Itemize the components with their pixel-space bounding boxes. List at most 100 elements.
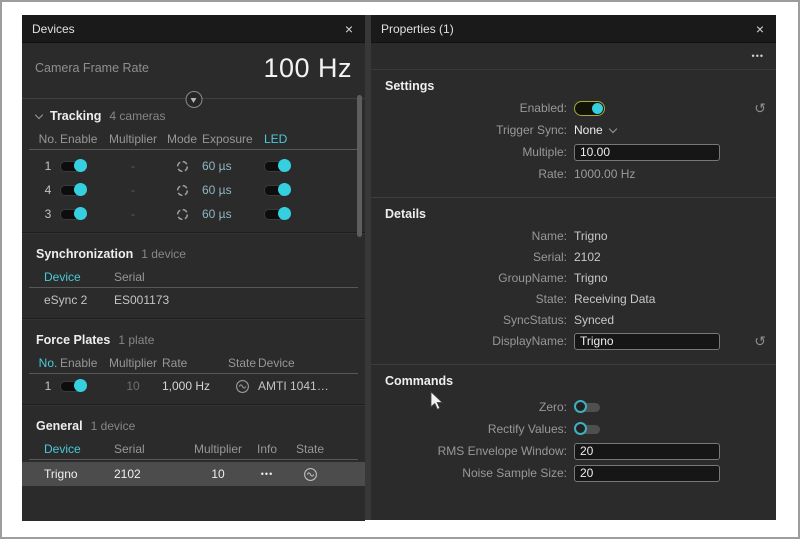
force-plates-section-header[interactable]: Force Plates 1 plate bbox=[22, 327, 365, 353]
tracking-count: 4 cameras bbox=[109, 109, 165, 123]
col-device: Device bbox=[44, 270, 114, 284]
noise-sample-label: Noise Sample Size: bbox=[371, 466, 567, 480]
force-plates-count: 1 plate bbox=[118, 333, 154, 347]
synchronization-section-header[interactable]: Synchronization 1 device bbox=[22, 241, 365, 267]
expander-button[interactable] bbox=[185, 91, 202, 108]
rms-envelope-input[interactable] bbox=[574, 443, 720, 460]
section-divider bbox=[22, 232, 365, 233]
col-rate: Rate bbox=[162, 356, 226, 370]
rms-envelope-row: RMS Envelope Window: bbox=[371, 440, 776, 462]
rate-value: 1,000 Hz bbox=[162, 379, 226, 393]
col-multiplier: Multiplier bbox=[190, 442, 246, 456]
multiple-label: Multiple: bbox=[371, 145, 567, 159]
tracking-title: Tracking bbox=[50, 109, 101, 123]
state-signal-icon bbox=[235, 379, 250, 394]
led-toggle[interactable] bbox=[264, 161, 291, 172]
col-device: Device bbox=[44, 442, 114, 456]
displayname-row: DisplayName: ↺ bbox=[371, 330, 776, 352]
enabled-row: Enabled: ↺ bbox=[371, 97, 776, 119]
col-serial: Serial bbox=[114, 442, 190, 456]
col-multiplier: Multiplier bbox=[104, 356, 162, 370]
noise-sample-input[interactable] bbox=[574, 465, 720, 482]
devices-titlebar: Devices × bbox=[22, 15, 365, 43]
undo-icon[interactable]: ↺ bbox=[754, 101, 766, 115]
trigger-sync-dropdown[interactable]: None bbox=[574, 123, 603, 137]
table-row[interactable]: 3 - 60 µs bbox=[22, 202, 365, 226]
camera-number: 3 bbox=[36, 207, 60, 221]
col-device: Device bbox=[258, 356, 332, 370]
syncstatus-label: SyncStatus: bbox=[371, 313, 567, 327]
displayname-label: DisplayName: bbox=[371, 334, 567, 348]
info-menu-icon[interactable]: ••• bbox=[246, 469, 288, 479]
exposure-value: 60 µs bbox=[202, 183, 264, 197]
state-value: Receiving Data bbox=[574, 292, 655, 306]
close-icon[interactable]: × bbox=[343, 22, 355, 36]
plate-number: 1 bbox=[36, 379, 60, 393]
multiple-input[interactable] bbox=[574, 144, 720, 161]
synchronization-table-header: Device Serial bbox=[22, 267, 365, 287]
groupname-value: Trigno bbox=[574, 271, 608, 285]
col-enable: Enable bbox=[60, 356, 104, 370]
col-info: Info bbox=[246, 442, 288, 456]
col-no: No. bbox=[36, 356, 60, 370]
enabled-toggle[interactable] bbox=[574, 101, 605, 116]
col-exposure: Exposure bbox=[202, 132, 264, 146]
led-toggle[interactable] bbox=[264, 209, 291, 220]
table-row[interactable]: 1 10 1,000 Hz AMTI 1041… bbox=[22, 374, 365, 398]
frame-rate-expander-row bbox=[22, 93, 365, 103]
force-plates-rows: 1 10 1,000 Hz AMTI 1041… bbox=[22, 374, 365, 398]
general-title: General bbox=[36, 419, 83, 433]
table-row-selected[interactable]: Trigno 2102 10 ••• bbox=[22, 462, 365, 486]
col-enable: Enable bbox=[60, 132, 104, 146]
devices-panel-title: Devices bbox=[32, 22, 75, 36]
general-section-header[interactable]: General 1 device bbox=[22, 413, 365, 439]
displayname-input[interactable] bbox=[574, 333, 720, 350]
rate-row: Rate: 1000.00 Hz bbox=[371, 163, 776, 185]
enable-toggle[interactable] bbox=[60, 185, 87, 196]
name-value: Trigno bbox=[574, 229, 608, 243]
zero-label: Zero: bbox=[371, 400, 567, 414]
rate-value: 1000.00 Hz bbox=[574, 167, 635, 181]
rectify-values-row: Rectify Values: bbox=[371, 418, 776, 440]
zero-toggle[interactable] bbox=[578, 403, 600, 412]
multiplier-value: 10 bbox=[104, 379, 162, 393]
properties-panel-title: Properties (1) bbox=[381, 22, 454, 36]
more-options-icon[interactable]: ••• bbox=[752, 51, 764, 61]
rectify-values-toggle[interactable] bbox=[578, 425, 600, 434]
rectify-values-label: Rectify Values: bbox=[371, 422, 567, 436]
table-row[interactable]: 1 - 60 µs bbox=[22, 154, 365, 178]
general-table-header: Device Serial Multiplier Info State bbox=[22, 439, 365, 459]
state-label: State: bbox=[371, 292, 567, 306]
tracking-mode-icon[interactable] bbox=[176, 184, 189, 197]
serial-label: Serial: bbox=[371, 250, 567, 264]
multiple-row: Multiple: bbox=[371, 141, 776, 163]
table-row[interactable]: 4 - 60 µs bbox=[22, 178, 365, 202]
commands-section-title: Commands bbox=[371, 365, 776, 392]
table-row[interactable]: eSync 2 ES001173 bbox=[22, 288, 365, 312]
col-led: LED bbox=[264, 132, 308, 146]
tracking-mode-icon[interactable] bbox=[176, 160, 189, 173]
trigger-sync-row: Trigger Sync: None bbox=[371, 119, 776, 141]
settings-section-title: Settings bbox=[371, 70, 776, 97]
enable-toggle[interactable] bbox=[60, 209, 87, 220]
chevron-down-icon bbox=[35, 111, 43, 119]
synchronization-title: Synchronization bbox=[36, 247, 133, 261]
enable-toggle[interactable] bbox=[60, 161, 87, 172]
exposure-value: 60 µs bbox=[202, 159, 264, 173]
properties-toolbar: ••• bbox=[371, 43, 776, 70]
syncstatus-row: SyncStatus: Synced bbox=[371, 309, 776, 330]
col-mode: Mode bbox=[162, 132, 202, 146]
scrollbar-thumb[interactable] bbox=[357, 95, 362, 237]
led-toggle[interactable] bbox=[264, 185, 291, 196]
col-state: State bbox=[288, 442, 332, 456]
close-icon[interactable]: × bbox=[754, 22, 766, 36]
enable-toggle[interactable] bbox=[60, 381, 87, 392]
chevron-down-icon bbox=[608, 125, 616, 133]
devices-panel: Devices × Camera Frame Rate 100 Hz Track… bbox=[22, 15, 365, 521]
state-signal-icon bbox=[303, 467, 318, 482]
device-name: eSync 2 bbox=[44, 293, 114, 307]
table-header-divider bbox=[29, 149, 358, 150]
tracking-mode-icon[interactable] bbox=[176, 208, 189, 221]
serial-row: Serial: 2102 bbox=[371, 246, 776, 267]
undo-icon[interactable]: ↺ bbox=[754, 334, 766, 348]
